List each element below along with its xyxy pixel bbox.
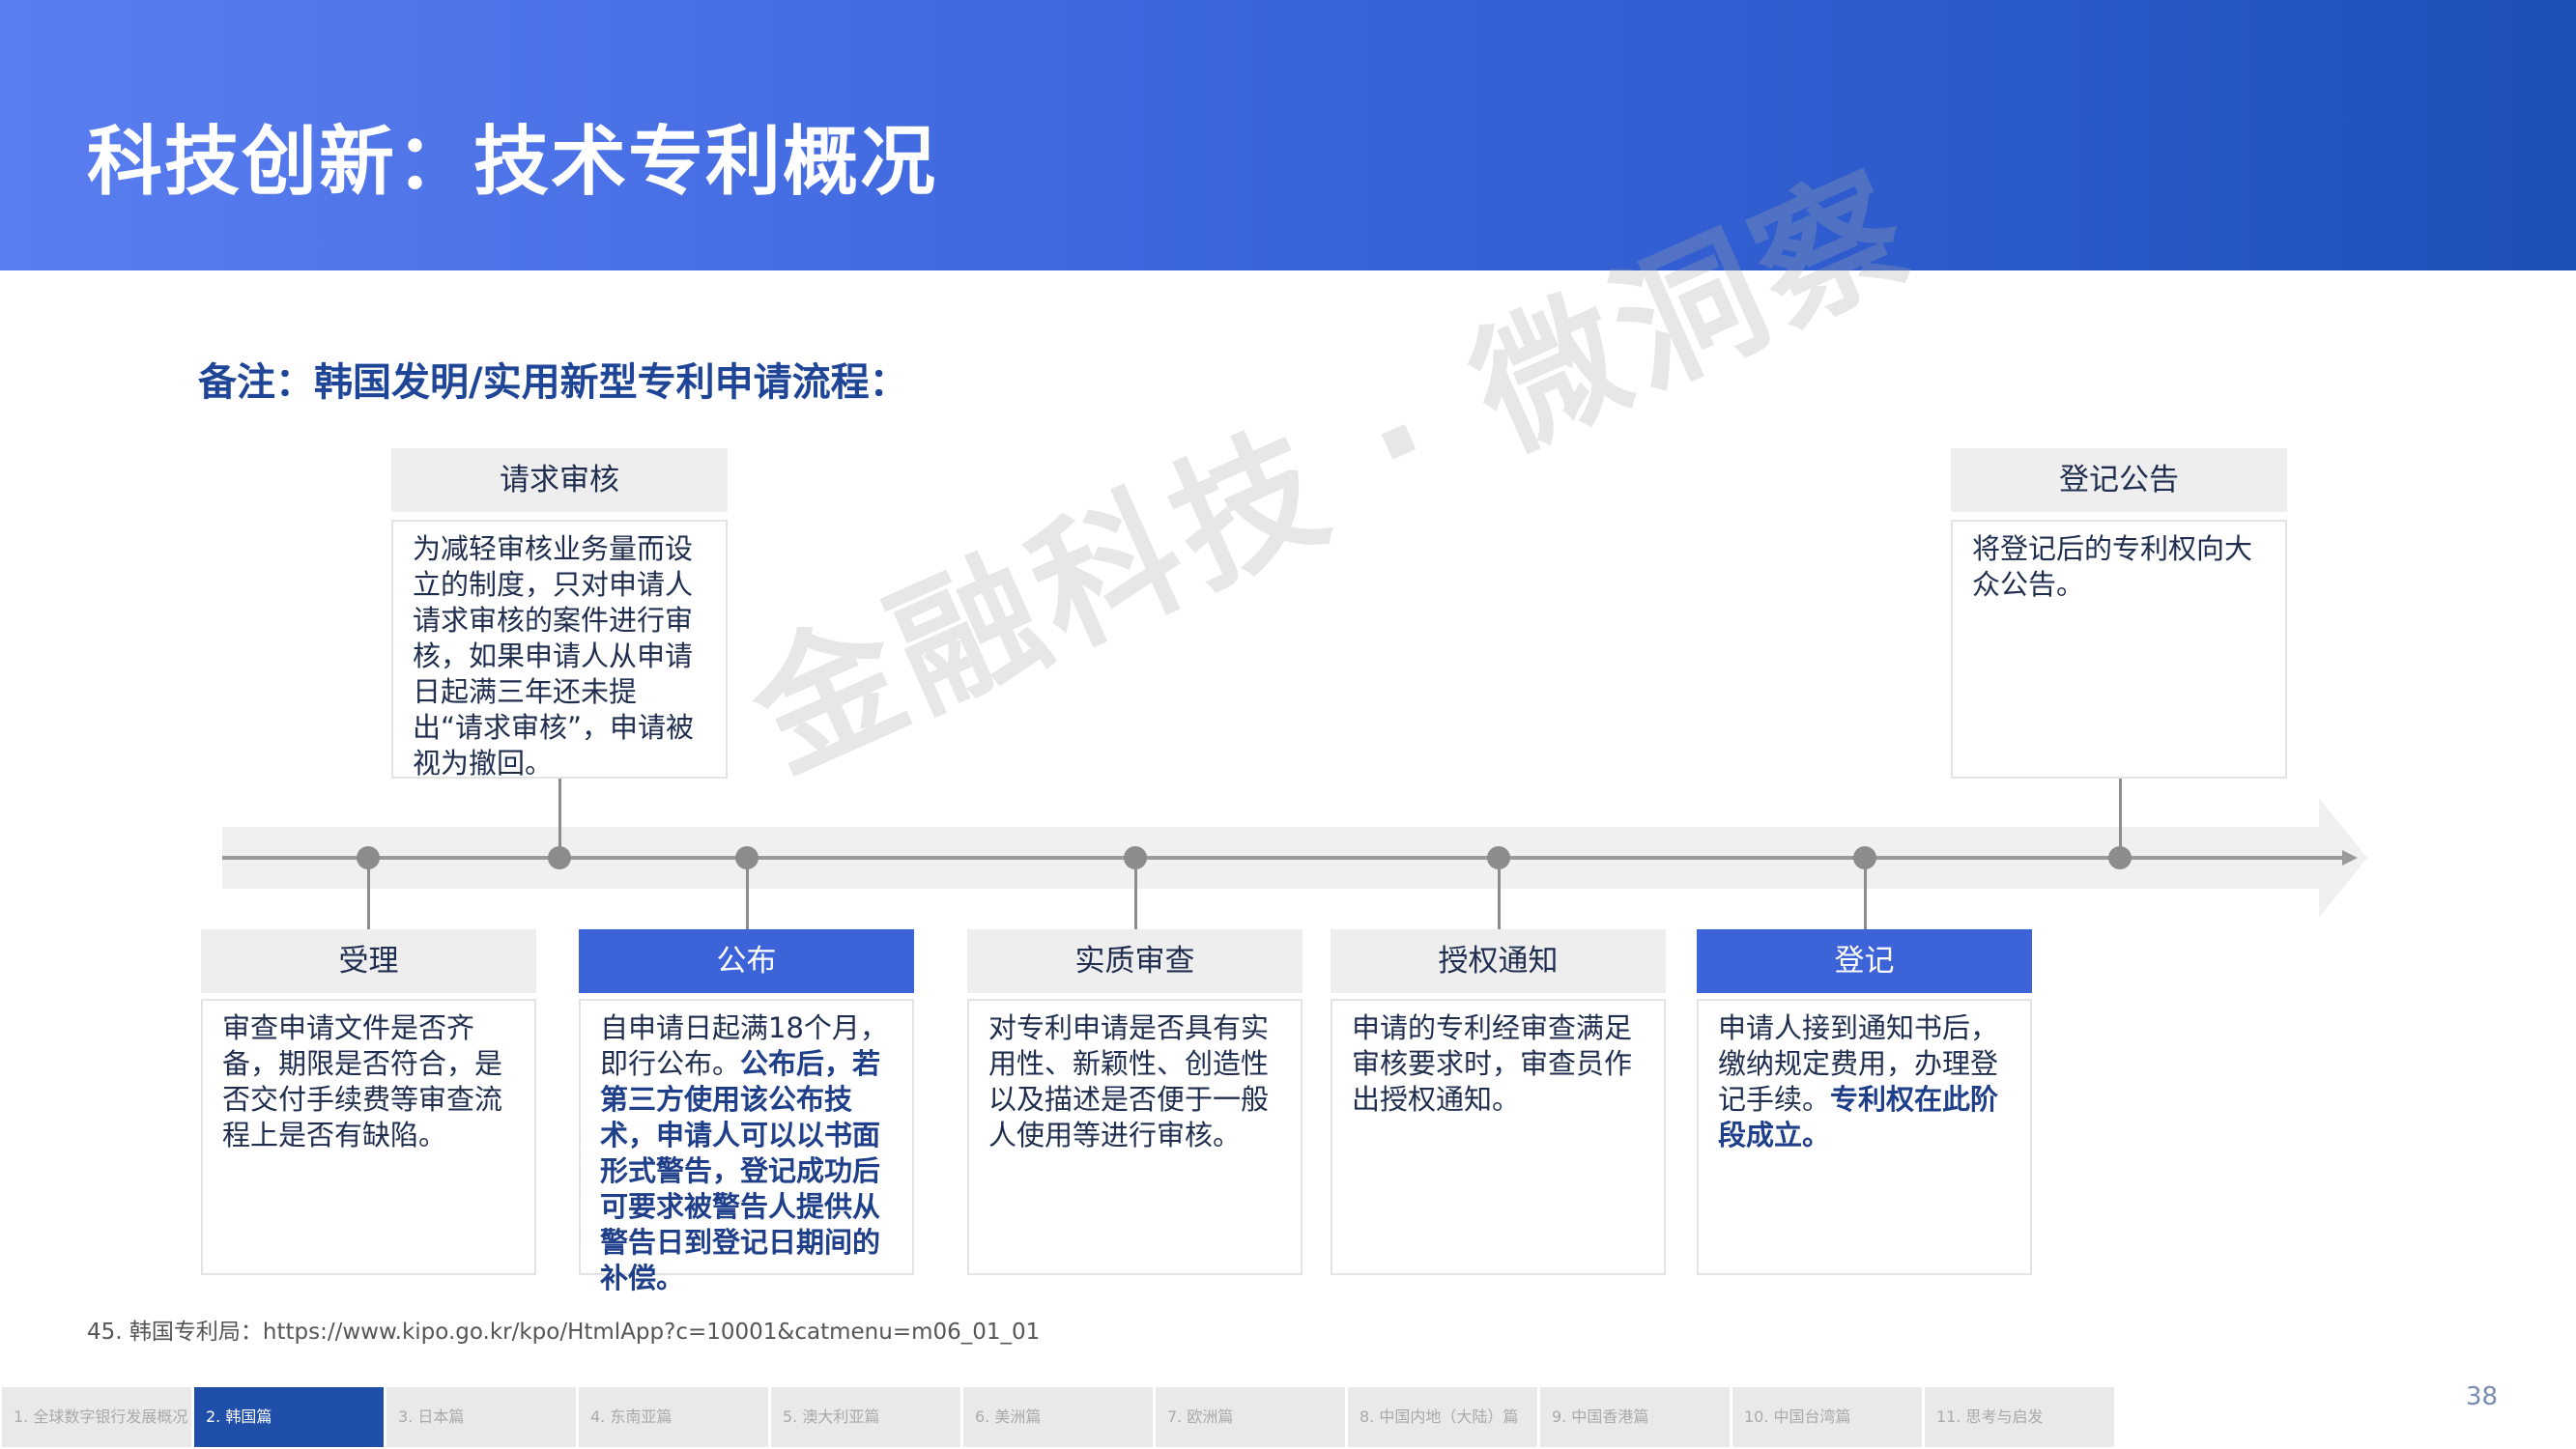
timeline-dot [1853, 846, 1876, 869]
step-title-grant-notice: 授权通知 [1331, 929, 1666, 993]
timeline-dot [548, 846, 571, 869]
nav-tab-australia[interactable]: 5. 澳大利亚篇 [771, 1387, 960, 1447]
timeline-dot [2108, 846, 2132, 869]
nav-tab-reflections[interactable]: 11. 思考与启发 [1925, 1387, 2114, 1447]
header-banner: 科技创新：技术专利概况 [0, 0, 2576, 270]
page-number: 38 [2466, 1382, 2499, 1411]
step-body-publication: 自申请日起满18个月，即行公布。公布后，若第三方使用该公布技术，申请人可以以书面… [579, 999, 914, 1294]
timeline-dot [357, 846, 380, 869]
section-subtitle: 备注：韩国发明/实用新型专利申请流程： [198, 360, 908, 405]
timeline-dot [735, 846, 758, 869]
step-title-publication: 公布 [579, 929, 914, 993]
step-body-registration: 申请人接到通知书后，缴纳规定费用，办理登记手续。专利权在此阶段成立。 [1697, 999, 2032, 1275]
section-nav: 1. 全球数字银行发展概况 2. 韩国篇 3. 日本篇 4. 东南亚篇 5. 澳… [2, 1387, 2117, 1447]
step-body-request-review: 为减轻审核业务量而设立的制度，只对申请人请求审核的案件进行审核，如果申请人从申请… [391, 520, 728, 780]
nav-tab-global-overview[interactable]: 1. 全球数字银行发展概况 [2, 1387, 191, 1447]
step-title-registration: 登记 [1697, 929, 2032, 993]
nav-tab-southeast-asia[interactable]: 4. 东南亚篇 [579, 1387, 768, 1447]
nav-tab-taiwan[interactable]: 10. 中国台湾篇 [1732, 1387, 1922, 1447]
page-title: 科技创新：技术专利概况 [87, 119, 938, 206]
timeline-axis [222, 856, 2348, 860]
step-body-acceptance: 审查申请文件是否齐备，期限是否符合，是否交付手续费等审查流程上是否有缺陷。 [201, 999, 536, 1275]
step-title-request-review: 请求审核 [391, 448, 728, 512]
step-title-substantive-exam: 实质审查 [967, 929, 1302, 993]
nav-tab-korea[interactable]: 2. 韩国篇 [194, 1387, 384, 1447]
nav-tab-japan[interactable]: 3. 日本篇 [386, 1387, 576, 1447]
step-body-registration-announcement: 将登记后的专利权向大众公告。 [1951, 520, 2287, 779]
timeline-axis-arrowhead [2342, 850, 2358, 866]
step-title-registration-announcement: 登记公告 [1951, 448, 2287, 512]
source-footnote: 45. 韩国专利局：https://www.kipo.go.kr/kpo/Htm… [87, 1320, 1041, 1345]
step-body-grant-notice: 申请的专利经审查满足审核要求时，审查员作出授权通知。 [1331, 999, 1666, 1275]
timeline-dot [1124, 846, 1147, 869]
nav-tab-mainland-china[interactable]: 8. 中国内地（大陆）篇 [1348, 1387, 1537, 1447]
timeline-dot [1487, 846, 1510, 869]
step-title-acceptance: 受理 [201, 929, 536, 993]
nav-tab-americas[interactable]: 6. 美洲篇 [963, 1387, 1153, 1447]
nav-tab-europe[interactable]: 7. 欧洲篇 [1156, 1387, 1345, 1447]
step-body-substantive-exam: 对专利申请是否具有实用性、新颖性、创造性以及描述是否便于一般人使用等进行审核。 [967, 999, 1302, 1275]
nav-tab-hong-kong[interactable]: 9. 中国香港篇 [1540, 1387, 1730, 1447]
step-body-publication-emphasis: 公布后，若第三方使用该公布技术，申请人可以以书面形式警告，登记成功后可要求被警告… [600, 1047, 881, 1294]
